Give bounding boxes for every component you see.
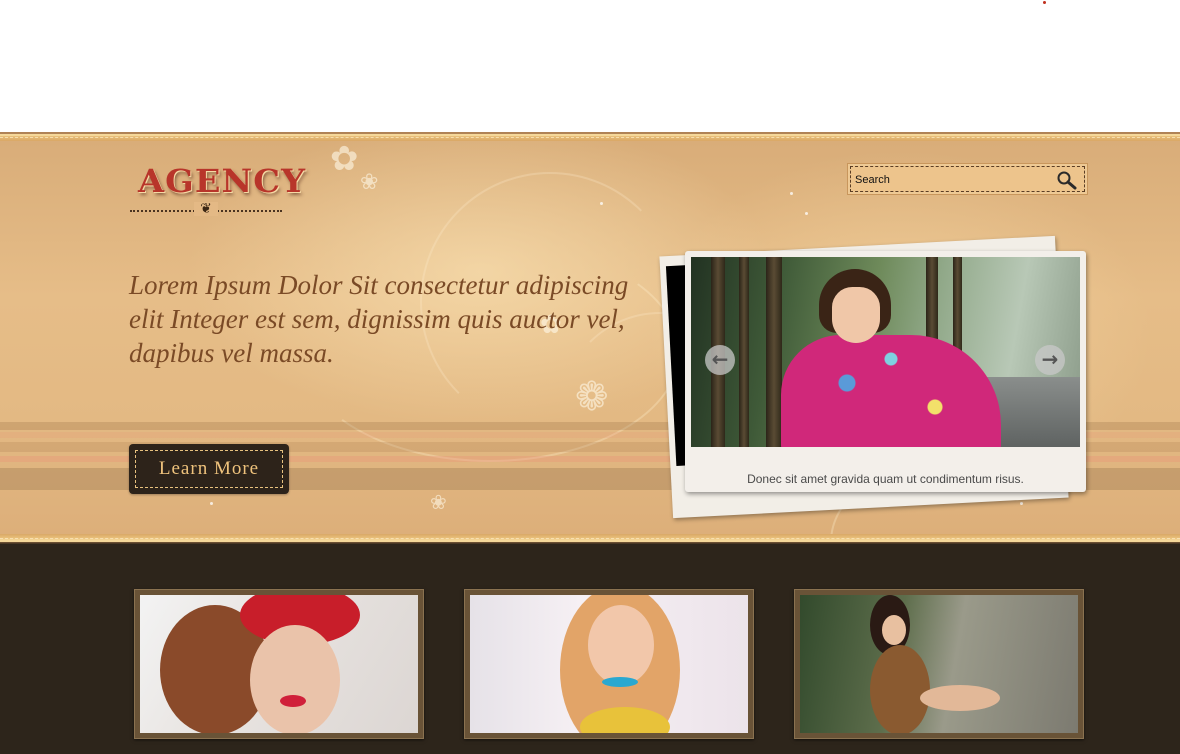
flower-decoration: ❁ <box>575 374 609 420</box>
arrow-right-icon[interactable]: → <box>1035 345 1065 375</box>
logo-divider: ❦ <box>130 202 282 216</box>
sparkle <box>1020 502 1023 505</box>
red-dot <box>1043 1 1046 4</box>
flower-decoration: ✿ <box>330 139 359 179</box>
gallery-thumbnail[interactable] <box>134 589 424 739</box>
hero-headline: Lorem Ipsum Dolor Sit consectetur adipis… <box>129 270 629 368</box>
gallery-image <box>140 595 418 733</box>
gallery-section <box>0 544 1180 754</box>
top-blank-area <box>0 0 1180 132</box>
learn-more-label: Learn More <box>158 458 260 479</box>
image-slider: ← → Donec sit amet gravida quam ut condi… <box>685 251 1086 492</box>
flower-decoration: ❀ <box>360 170 379 195</box>
gallery-image <box>470 595 748 733</box>
hero-banner: ✿ ❀ ✿ ❁ ❀ AGENCY ❦ Search Lorem Ipsum Do… <box>0 132 1180 544</box>
slider-caption: Donec sit amet gravida quam ut condiment… <box>747 472 1024 486</box>
search-icon[interactable] <box>1056 170 1078 190</box>
hero-top-border <box>0 132 1180 141</box>
search-box <box>847 163 1088 195</box>
sparkle <box>805 212 808 215</box>
sparkle <box>790 192 793 195</box>
gallery-thumbnail[interactable] <box>794 589 1084 739</box>
logo[interactable]: AGENCY <box>138 162 306 200</box>
page: ✿ ❀ ✿ ❁ ❀ AGENCY ❦ Search Lorem Ipsum Do… <box>0 0 1180 754</box>
search-input[interactable] <box>855 171 1045 189</box>
hero-bottom-border <box>0 534 1180 544</box>
learn-more-button[interactable]: Learn More <box>129 444 289 494</box>
sparkle <box>210 502 213 505</box>
slider-photo: ← → <box>691 257 1080 447</box>
arrow-left-icon[interactable]: ← <box>705 345 735 375</box>
gallery-thumbnail[interactable] <box>464 589 754 739</box>
sparkle <box>600 202 603 205</box>
ornament-icon: ❦ <box>194 202 218 216</box>
gallery-image <box>800 595 1078 733</box>
